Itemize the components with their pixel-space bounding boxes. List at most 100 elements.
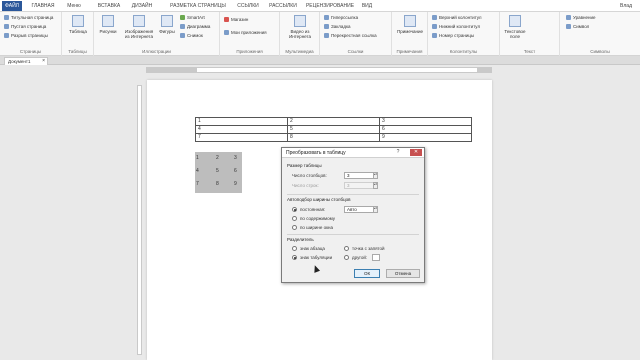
fixed-width-radio[interactable] [292, 207, 297, 212]
document-tab-strip: Документ1 × [0, 56, 640, 65]
chart-button[interactable]: Диаграмма [180, 24, 210, 30]
footer-icon [432, 24, 437, 29]
group-symbols: Уравнение Символ Символы [560, 12, 640, 56]
cancel-button[interactable]: Отмена [386, 269, 420, 278]
group-label-links: Ссылки [347, 49, 364, 54]
tab-review[interactable]: РЕЦЕНЗИРОВАНИЕ [304, 2, 356, 11]
separator-section: Разделитель [287, 237, 314, 242]
omega-icon [566, 24, 571, 29]
text-line: 4 5 6 [196, 168, 237, 174]
help-icon[interactable]: ? [394, 149, 402, 156]
chart-icon [180, 24, 185, 29]
blank-page-icon [4, 24, 9, 29]
selected-text-block[interactable]: 1 2 3 4 5 6 7 8 9 [195, 152, 242, 193]
equation-button[interactable]: Уравнение [566, 15, 596, 21]
group-comments: Примечание Примечания [392, 12, 428, 56]
table-cell[interactable]: 9 [379, 133, 472, 142]
fixed-width-input[interactable]: Авто [344, 206, 374, 213]
other-input[interactable] [372, 254, 380, 261]
tab-view[interactable]: ВИД [360, 2, 374, 11]
close-icon[interactable]: × [42, 58, 45, 65]
group-label-comments: Примечания [396, 49, 423, 54]
paragraph-radio[interactable] [292, 246, 297, 251]
autofit-section: Автоподбор ширины столбцов [287, 197, 351, 202]
group-illustrations: Рисунки Изображения из Интернета Фигуры … [94, 12, 220, 56]
table-cell[interactable]: 4 [195, 125, 288, 134]
table-cell[interactable]: 8 [287, 133, 380, 142]
textbox-button[interactable]: Текстовое поле [502, 15, 528, 39]
hyperlink-button[interactable]: Гиперссылка [324, 15, 358, 21]
close-icon[interactable]: ✕ [410, 149, 422, 156]
tab-home[interactable]: ГЛАВНАЯ [30, 2, 56, 11]
pictures-button[interactable]: Рисунки [96, 15, 120, 34]
autofit-content-radio[interactable] [292, 216, 297, 221]
smartart-icon [180, 15, 185, 20]
screenshot-icon [180, 33, 185, 38]
group-pages: Титульная страница Пустая страница Разры… [0, 12, 62, 56]
convert-to-table-dialog: Преобразовать в таблицу ? ✕ Размер табли… [281, 147, 425, 283]
table-cell[interactable]: 6 [379, 125, 472, 134]
smartart-button[interactable]: SmartArt [180, 15, 205, 21]
online-video-button[interactable]: Видео из Интернета [284, 15, 316, 39]
tab-radio[interactable] [292, 255, 297, 260]
tab-menu[interactable]: Меню [66, 2, 82, 11]
cover-page-button[interactable]: Титульная страница [4, 15, 53, 21]
table-cell[interactable]: 7 [195, 133, 288, 142]
tab-layout[interactable]: РАЗМЕТКА СТРАНИЦЫ [165, 2, 231, 11]
screenshot-button[interactable]: Снимок [180, 33, 203, 39]
user-name[interactable]: Влад [620, 3, 632, 9]
cols-label: Число столбцов: [292, 173, 327, 178]
store-icon [224, 17, 229, 22]
table-row: 4 5 6 [195, 125, 472, 134]
autofit-window-radio[interactable] [292, 225, 297, 230]
cross-reference-button[interactable]: Перекрестная ссылка [324, 33, 377, 39]
tab-mailings[interactable]: РАССЫЛКИ [266, 2, 300, 11]
document-tab[interactable]: Документ1 × [4, 57, 48, 65]
word-table[interactable]: 1 2 3 4 5 6 7 8 9 [195, 117, 472, 142]
footer-button[interactable]: Нижний колонтитул [432, 24, 480, 30]
ok-button[interactable]: ОК [354, 269, 380, 278]
group-label-pages: Страницы [19, 49, 42, 54]
tab-references[interactable]: ССЫЛКИ [236, 2, 260, 11]
store-button[interactable]: Магазин [224, 17, 248, 23]
divider [287, 194, 419, 195]
tab-design[interactable]: ДИЗАЙН [130, 2, 154, 11]
group-media: Видео из Интернета Мультимедиа [280, 12, 320, 56]
shapes-button[interactable]: Фигуры [156, 15, 178, 34]
group-label-illustrations: Иллюстрации [142, 49, 171, 54]
dialog-title[interactable]: Преобразовать в таблицу [282, 148, 424, 158]
table-cell[interactable]: 1 [195, 117, 288, 126]
table-cell[interactable]: 5 [287, 125, 380, 134]
horizontal-ruler[interactable] [146, 67, 492, 73]
fixed-width-label: постоянная: [300, 207, 326, 212]
semicolon-radio[interactable] [344, 246, 349, 251]
group-label-header-footer: Колонтитулы [449, 49, 478, 54]
page-break-button[interactable]: Разрыв страницы [4, 33, 48, 39]
tab-insert[interactable]: ВСТАВКА [96, 2, 122, 11]
table-button[interactable]: Таблица [66, 15, 90, 34]
vertical-ruler[interactable] [137, 85, 142, 355]
cols-spinner[interactable]: ▴▾ [373, 172, 378, 179]
table-cell[interactable]: 3 [379, 117, 472, 126]
group-label-text: Текст [523, 49, 536, 54]
symbol-button[interactable]: Символ [566, 24, 589, 30]
bookmark-button[interactable]: Закладка [324, 24, 351, 30]
table-row: 1 2 3 [195, 117, 472, 126]
blank-page-button[interactable]: Пустая страница [4, 24, 46, 30]
header-button[interactable]: Верхний колонтитул [432, 15, 482, 21]
my-apps-button[interactable]: Мои приложения [224, 30, 267, 36]
bookmark-icon [324, 24, 329, 29]
comment-button[interactable]: Примечание [394, 15, 426, 34]
fixed-width-spinner[interactable]: ▴▾ [373, 206, 378, 213]
online-pictures-button[interactable]: Изображения из Интернета [122, 15, 156, 39]
page-number-icon [432, 33, 437, 38]
table-size-section: Размер таблицы [287, 163, 322, 168]
cols-input[interactable]: 3 [344, 172, 374, 179]
table-row: 7 8 9 [195, 133, 472, 142]
tab-file[interactable]: ФАЙЛ [2, 1, 22, 11]
textbox-icon [509, 15, 521, 27]
table-icon [72, 15, 84, 27]
other-radio[interactable] [344, 255, 349, 260]
table-cell[interactable]: 2 [287, 117, 380, 126]
page-number-button[interactable]: Номер страницы [432, 33, 474, 39]
